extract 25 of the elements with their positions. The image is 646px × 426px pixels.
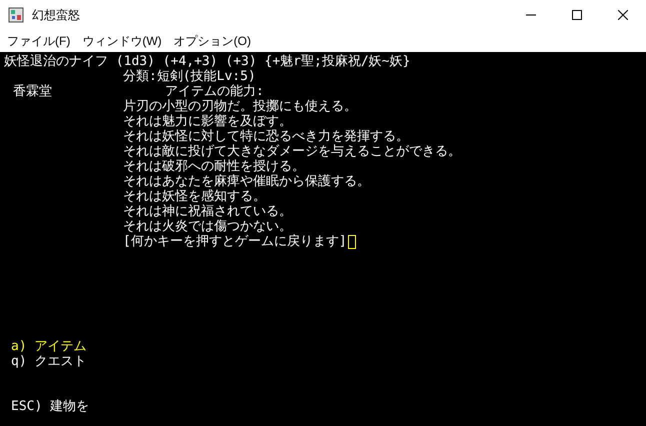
window-title: 幻想蛮怒 xyxy=(32,7,80,24)
menu-option[interactable]: q) クエスト xyxy=(11,354,86,369)
description-line: それは妖怪に対して特に恐るべき力を発揮する。 xyxy=(123,129,409,144)
description-line: それは敵に投げて大きなダメージを与えることができる。 xyxy=(123,144,461,159)
description-line: それはあなたを麻痺や催眠から保護する。 xyxy=(123,174,370,189)
cursor xyxy=(348,234,356,248)
description-line: それは魅力に影響を及ぼす。 xyxy=(123,114,292,129)
menu-item[interactable]: オプション(O) xyxy=(168,31,257,51)
menu-item[interactable]: ウィンドウ(W) xyxy=(76,31,168,51)
abilities-heading: アイテムの能力: xyxy=(165,84,264,99)
item-category: 分類:短剣(技能Lv:5) xyxy=(123,69,256,84)
description-line: それは破邪への耐性を授ける。 xyxy=(123,159,305,174)
description-line: 片刃の小型の刃物だ。投擲にも使える。 xyxy=(123,99,357,114)
menu-option[interactable]: ESC) 建物を xyxy=(11,399,90,414)
menu-option[interactable]: a) アイテム xyxy=(11,339,86,354)
description-line: それは火炎では傷つかない。 xyxy=(123,219,292,234)
prompt-text: [何かキーを押すとゲームに戻ります] xyxy=(123,234,347,249)
item-name: 妖怪退治のナイフ (1d3) (+4,+3) (+3) {+魅r聖;投麻祝/妖~妖} xyxy=(4,54,410,69)
menu-item[interactable]: ファイル(F) xyxy=(1,31,76,51)
description-line: それは神に祝福されている。 xyxy=(123,204,292,219)
description-line: それは妖怪を感知する。 xyxy=(123,189,266,204)
maximize-icon xyxy=(572,10,582,20)
close-icon xyxy=(618,10,628,20)
shop-name: 香霖堂 xyxy=(13,84,53,99)
app-icon xyxy=(8,7,24,23)
